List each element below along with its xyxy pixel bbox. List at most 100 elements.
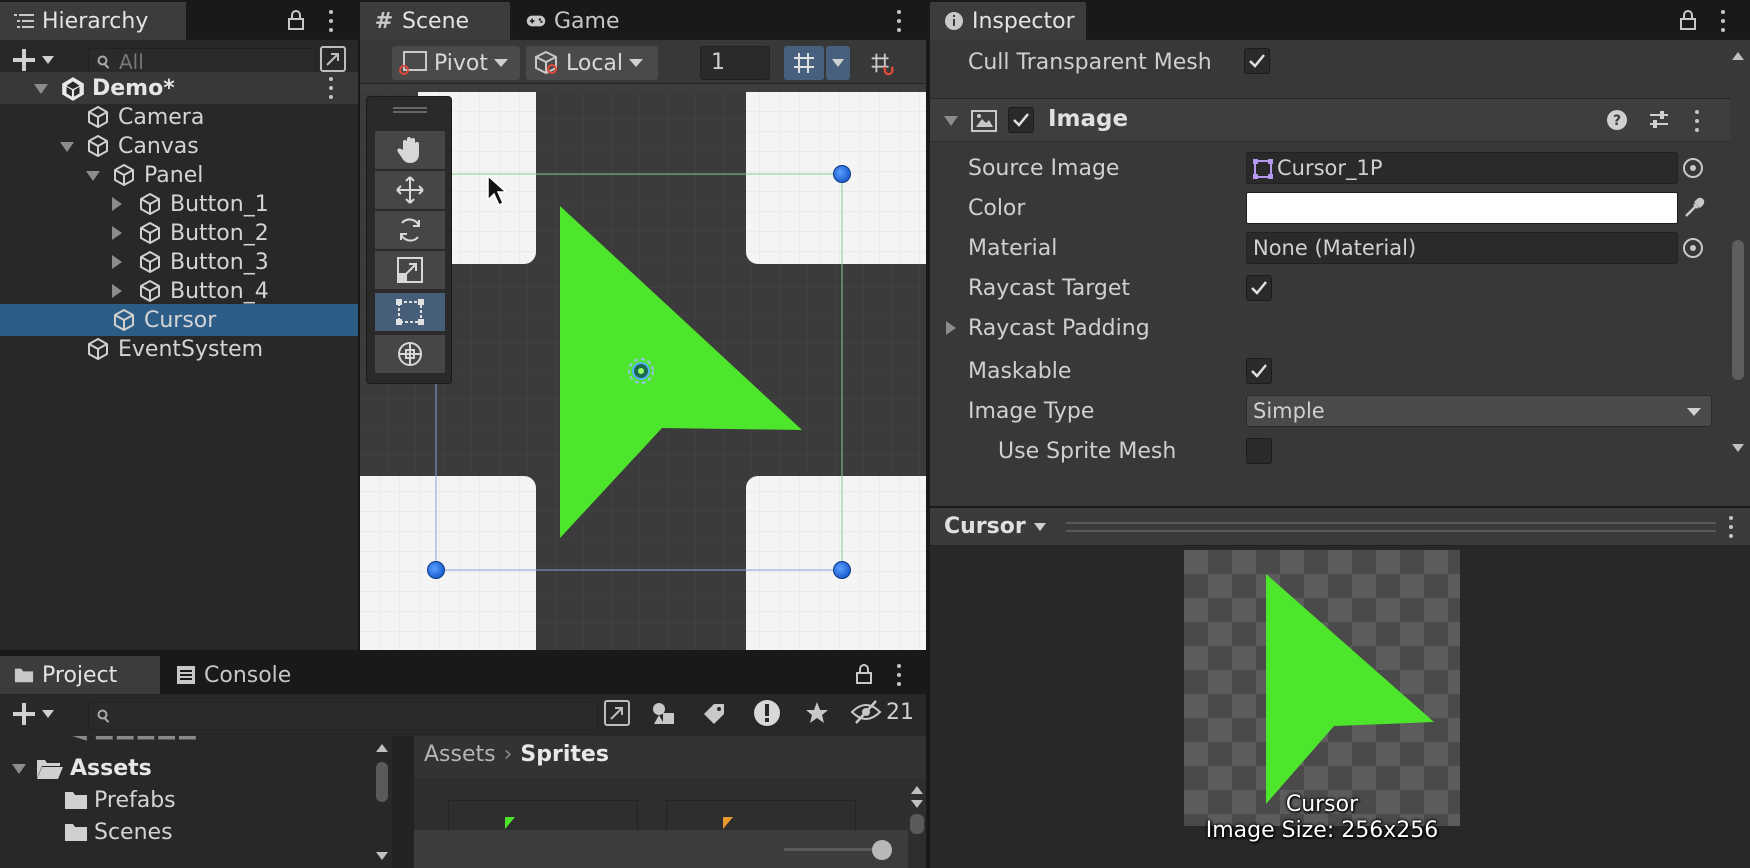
filter-by-label-icon[interactable]: [700, 700, 728, 728]
scene-row-menu-icon[interactable]: [328, 77, 334, 99]
rect-handle-top-right[interactable]: [833, 165, 851, 183]
presets-icon[interactable]: [1648, 109, 1670, 131]
expand-arrow-right-icon[interactable]: [112, 197, 122, 211]
lock-icon[interactable]: [1680, 10, 1696, 30]
expand-arrow-right-icon[interactable]: [112, 226, 122, 240]
grid-snap-input[interactable]: 1: [700, 46, 770, 80]
hierarchy-item[interactable]: Camera: [0, 101, 358, 133]
eyedropper-icon[interactable]: [1682, 196, 1706, 220]
scroll-up-icon[interactable]: [376, 744, 388, 752]
scroll-thumb[interactable]: [910, 814, 924, 834]
folder-item[interactable]: Scenes: [0, 816, 372, 848]
search-window-icon[interactable]: [604, 700, 630, 726]
add-object-button[interactable]: [12, 48, 54, 72]
asset-thumbnail-1[interactable]: [448, 800, 638, 830]
asset-scrollbar[interactable]: [908, 778, 926, 868]
local-dropdown[interactable]: Local: [526, 46, 658, 80]
rect-tool-button[interactable]: [375, 293, 445, 331]
hand-tool-button[interactable]: [375, 131, 445, 169]
raycast-target-checkbox[interactable]: [1246, 275, 1272, 301]
tab-game[interactable]: Game: [512, 2, 650, 40]
expand-arrow-right-icon[interactable]: [112, 255, 122, 269]
folder-tree-scrollbar[interactable]: [372, 736, 392, 868]
cull-transparent-checkbox[interactable]: [1244, 48, 1270, 74]
rect-handle-bottom-left[interactable]: [427, 561, 445, 579]
scroll-down-icon[interactable]: [376, 852, 388, 860]
object-picker-icon[interactable]: [1682, 237, 1704, 259]
hierarchy-item[interactable]: Button_4: [0, 275, 358, 307]
project-menu-icon[interactable]: [896, 664, 902, 686]
pivot-dropdown[interactable]: Pivot: [392, 46, 520, 80]
project-search-input[interactable]: [88, 702, 598, 730]
grid-options-dropdown[interactable]: [826, 46, 850, 80]
open-window-icon[interactable]: [320, 46, 346, 72]
scroll-down-icon[interactable]: [911, 800, 923, 808]
breadcrumb-sprites[interactable]: Sprites: [520, 742, 609, 767]
scroll-thumb[interactable]: [1732, 240, 1744, 380]
object-picker-icon[interactable]: [1682, 157, 1704, 179]
component-menu-icon[interactable]: [1694, 110, 1700, 132]
source-image-field[interactable]: Cursor_1P: [1246, 152, 1678, 184]
hierarchy-item[interactable]: Canvas: [0, 130, 358, 162]
tab-project[interactable]: Project: [0, 656, 160, 694]
hierarchy-item[interactable]: Button_2: [0, 217, 358, 249]
inspector-menu-icon[interactable]: [1720, 10, 1726, 32]
help-icon[interactable]: ?: [1606, 109, 1628, 131]
hierarchy-item[interactable]: Panel: [0, 159, 358, 191]
raycast-padding-row[interactable]: Raycast Padding: [930, 308, 1750, 348]
inspector-scrollbar[interactable]: [1726, 44, 1750, 464]
asset-thumbnail-2[interactable]: [666, 800, 856, 830]
folder-item[interactable]: Prefabs: [0, 784, 372, 816]
preview-menu-icon[interactable]: [1728, 516, 1734, 538]
image-component-header[interactable]: Image ?: [930, 98, 1730, 142]
move-tool-button[interactable]: [375, 171, 445, 209]
hidden-packages-toggle[interactable]: 21: [850, 698, 914, 726]
rotate-tool-button[interactable]: [375, 211, 445, 249]
palette-grip[interactable]: [393, 107, 427, 113]
folder-item[interactable]: Assets: [0, 752, 372, 784]
create-asset-button[interactable]: [12, 702, 54, 726]
hierarchy-item[interactable]: EventSystem: [0, 333, 358, 365]
scene-menu-icon[interactable]: [896, 10, 902, 32]
rect-handle-bottom-right[interactable]: [833, 561, 851, 579]
expand-arrow-right-icon[interactable]: [112, 284, 122, 298]
hierarchy-scene-row[interactable]: Demo*: [0, 72, 358, 104]
preview-title-dropdown[interactable]: Cursor: [944, 514, 1046, 539]
raycast-padding-fold-arrow[interactable]: [946, 321, 956, 335]
material-field[interactable]: None (Material): [1246, 232, 1678, 264]
grid-toggle-button[interactable]: [784, 46, 824, 80]
scroll-up-icon[interactable]: [1732, 52, 1744, 60]
scroll-up-icon[interactable]: [911, 786, 923, 794]
filter-by-type-icon[interactable]: [650, 700, 678, 728]
expand-arrow-down-icon[interactable]: [34, 84, 48, 94]
transform-tool-button[interactable]: [375, 335, 445, 373]
color-swatch[interactable]: [1246, 192, 1678, 224]
maskable-checkbox[interactable]: [1246, 358, 1272, 384]
use-sprite-mesh-checkbox[interactable]: [1246, 438, 1272, 464]
expand-arrow-down-icon[interactable]: [86, 171, 100, 181]
image-enabled-checkbox[interactable]: [1008, 107, 1034, 133]
hierarchy-menu-icon[interactable]: [328, 10, 334, 32]
lock-icon[interactable]: [288, 10, 304, 30]
scroll-thumb[interactable]: [376, 762, 388, 802]
image-type-dropdown[interactable]: Simple: [1246, 395, 1712, 427]
hierarchy-item[interactable]: Button_3: [0, 246, 358, 278]
expand-arrow-down-icon[interactable]: [60, 142, 74, 152]
scroll-down-icon[interactable]: [1732, 444, 1744, 452]
favorite-star-icon[interactable]: [804, 700, 830, 726]
tab-scene[interactable]: # Scene: [360, 2, 510, 40]
hierarchy-item[interactable]: Button_1: [0, 188, 358, 220]
warning-filter-icon[interactable]: [752, 698, 782, 728]
thumbnail-size-slider[interactable]: [784, 848, 884, 851]
component-fold-arrow[interactable]: [944, 116, 958, 126]
increment-snap-button[interactable]: [862, 46, 902, 80]
thumbnail-size-slider-thumb[interactable]: [872, 840, 892, 860]
expand-arrow-down-icon[interactable]: [12, 764, 26, 774]
preview-drag-handle[interactable]: [1066, 522, 1716, 532]
tab-hierarchy[interactable]: Hierarchy: [0, 2, 186, 40]
breadcrumb-assets[interactable]: Assets: [424, 742, 496, 767]
tab-inspector[interactable]: Inspector: [930, 2, 1086, 40]
hierarchy-item[interactable]: Cursor: [0, 304, 358, 336]
tab-console[interactable]: Console: [162, 656, 322, 694]
lock-icon[interactable]: [856, 664, 872, 684]
